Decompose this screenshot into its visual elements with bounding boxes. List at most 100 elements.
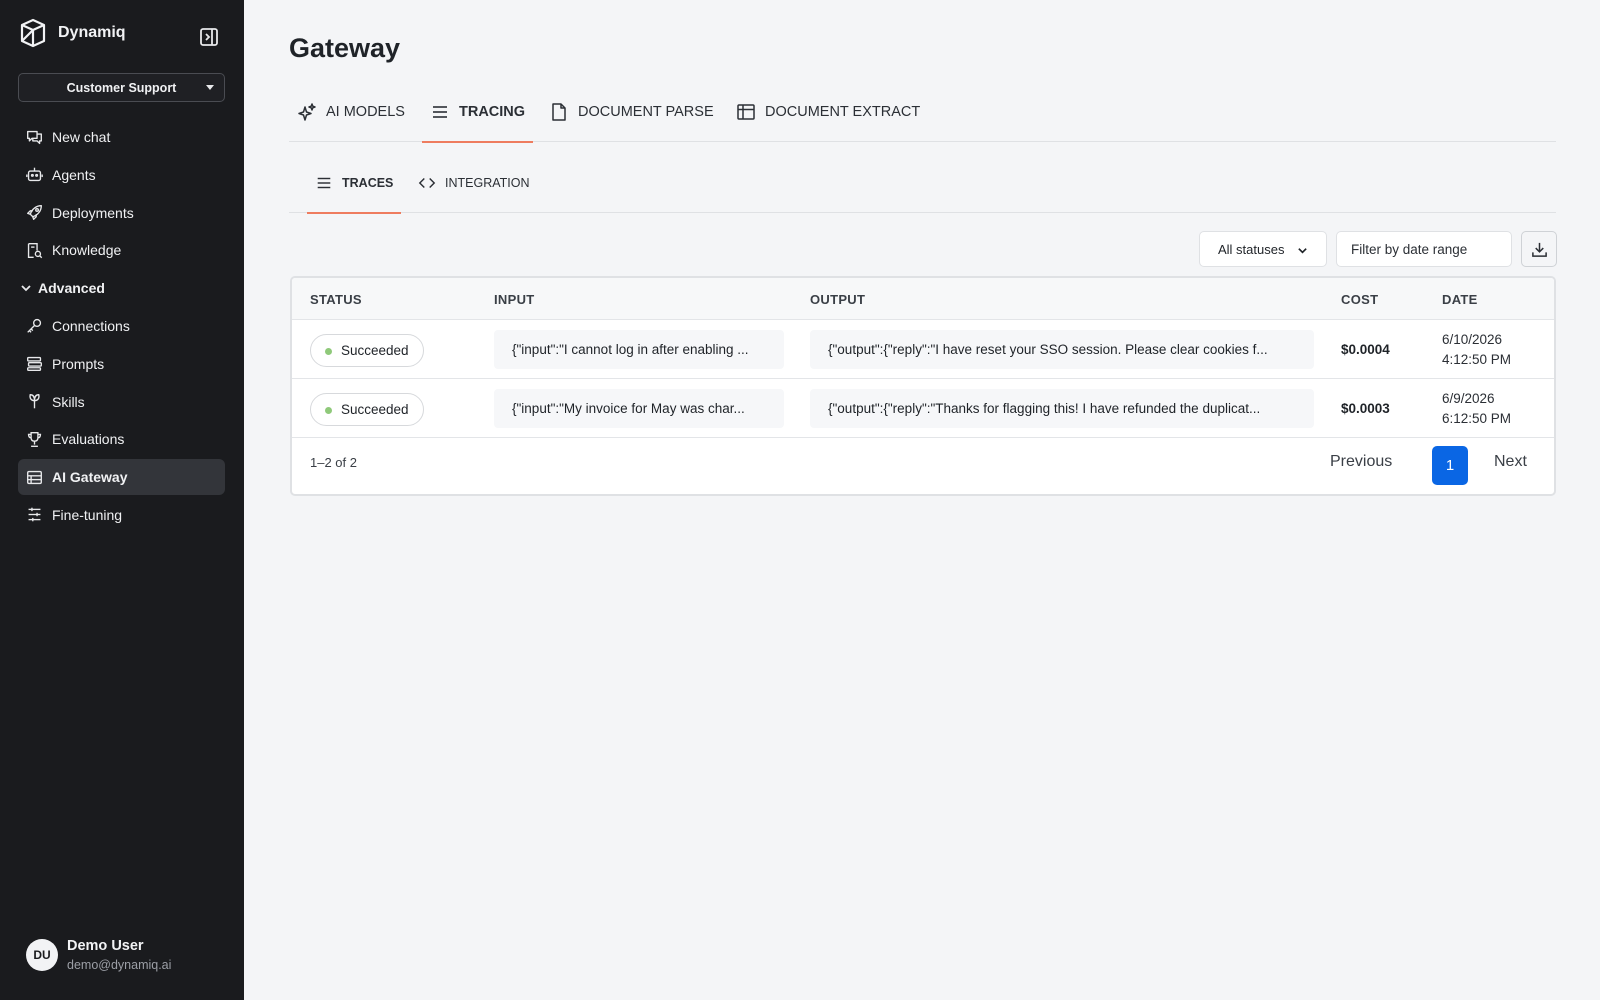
tab-document-parse[interactable]: DOCUMENT PARSE <box>549 96 714 142</box>
workspace-selector[interactable]: Customer Support <box>18 73 225 102</box>
column-header-status: STATUS <box>310 292 362 307</box>
page-title: Gateway <box>289 33 401 63</box>
sidebar-section-advanced[interactable]: Advanced <box>18 270 225 306</box>
table-row[interactable]: Succeeded {"input":"My invoice for May w… <box>292 379 1554 438</box>
page-number-button[interactable]: 1 <box>1432 446 1468 485</box>
table-header: STATUS INPUT OUTPUT COST DATE <box>292 278 1554 320</box>
user-info: Demo User demo@dynamiq.ai <box>67 938 171 972</box>
document-icon <box>552 103 566 121</box>
code-icon <box>418 177 436 189</box>
sidebar-item-new-chat[interactable]: New chat <box>18 119 225 155</box>
subtab-label: TRACES <box>342 176 394 190</box>
sidebar-item-evaluations[interactable]: Evaluations <box>18 421 225 457</box>
input-cell[interactable]: {"input":"I cannot log in after enabling… <box>494 330 784 369</box>
chevron-down-icon <box>1298 248 1307 254</box>
sidebar-item-connections[interactable]: Connections <box>18 308 225 344</box>
subtab-integration[interactable]: INTEGRATION <box>418 168 530 213</box>
status-label: Succeeded <box>341 343 409 358</box>
agent-icon <box>26 167 43 182</box>
date-value: 6/9/2026 6:12:50 PM <box>1442 389 1511 429</box>
sliders-icon <box>28 508 41 522</box>
workspace-label: Customer Support <box>66 80 177 95</box>
sidebar-item-label: Connections <box>52 317 130 334</box>
sidebar-item-prompts[interactable]: Prompts <box>18 346 225 382</box>
date-time: 6:12:50 PM <box>1442 411 1512 426</box>
sidebar-item-label: New chat <box>52 129 111 145</box>
brand-name: Dynamiq <box>58 24 126 41</box>
sidebar: Dynamiq Customer Support New chat Agents… <box>0 0 244 1000</box>
cost-value: $0.0004 <box>1341 342 1390 357</box>
user-name: Demo User <box>67 938 144 954</box>
pagination-summary: 1–2 of 2 <box>310 455 357 470</box>
date-day: 6/9/2026 <box>1442 391 1495 406</box>
list-icon <box>317 177 331 189</box>
status-dot-icon <box>325 407 332 414</box>
key-icon <box>27 319 42 334</box>
status-badge: Succeeded <box>310 334 424 367</box>
download-button[interactable] <box>1521 231 1557 267</box>
cost-value: $0.0003 <box>1341 401 1390 416</box>
gateway-icon <box>27 470 42 484</box>
prompts-icon <box>27 357 42 372</box>
tracing-subtabs: TRACES INTEGRATION <box>289 168 1556 214</box>
status-dot-icon <box>325 348 332 355</box>
download-icon <box>1531 242 1547 257</box>
sidebar-item-label: Deployments <box>52 204 134 221</box>
chat-icon <box>27 130 42 144</box>
traces-table: STATUS INPUT OUTPUT COST DATE Succeeded … <box>290 276 1556 496</box>
subtab-label: INTEGRATION <box>445 176 530 190</box>
output-cell[interactable]: {"output":{"reply":"Thanks for flagging … <box>810 389 1314 428</box>
knowledge-icon <box>27 242 43 259</box>
sidebar-item-label: AI Gateway <box>52 469 128 486</box>
subtab-traces[interactable]: TRACES <box>307 168 402 214</box>
user-profile[interactable]: DU Demo User demo@dynamiq.ai <box>26 938 171 972</box>
sidebar-item-agents[interactable]: Agents <box>18 157 225 193</box>
brand[interactable]: Dynamiq <box>18 18 126 48</box>
sidebar-nav: New chat Agents Deployments Knowledge Ad… <box>18 119 225 535</box>
sidebar-item-label: Agents <box>52 166 96 183</box>
column-header-date: DATE <box>1442 292 1478 307</box>
dynamiq-logo-icon <box>20 18 46 48</box>
status-filter-label: All statuses <box>1218 241 1285 257</box>
date-range-filter[interactable] <box>1336 231 1512 267</box>
next-page-button[interactable]: Next <box>1494 453 1527 471</box>
list-icon <box>433 106 447 118</box>
input-cell[interactable]: {"input":"My invoice for May was char... <box>494 389 784 428</box>
sidebar-item-deployments[interactable]: Deployments <box>18 195 225 231</box>
date-time: 4:12:50 PM <box>1442 352 1512 367</box>
tab-label: DOCUMENT EXTRACT <box>765 104 921 120</box>
trophy-icon <box>27 431 42 447</box>
rocket-icon <box>27 205 42 221</box>
sparkle-icon <box>298 103 316 121</box>
column-header-cost: COST <box>1341 292 1379 307</box>
sidebar-item-label: Prompts <box>52 355 105 372</box>
sidebar-item-ai-gateway[interactable]: AI Gateway <box>18 459 225 496</box>
chevron-down-icon <box>21 285 31 292</box>
sidebar-item-label: Evaluations <box>52 431 125 448</box>
previous-page-button[interactable]: Previous <box>1330 453 1392 471</box>
table-row[interactable]: Succeeded {"input":"I cannot log in afte… <box>292 320 1554 379</box>
tab-label: DOCUMENT PARSE <box>578 104 714 120</box>
tab-ai-models[interactable]: AI MODELS <box>297 96 405 142</box>
tab-tracing[interactable]: TRACING <box>422 96 534 143</box>
status-badge: Succeeded <box>310 393 424 426</box>
skills-icon <box>29 394 40 409</box>
tab-document-extract[interactable]: DOCUMENT EXTRACT <box>736 96 920 142</box>
status-label: Succeeded <box>341 402 409 417</box>
main-tabs: AI MODELS TRACING DOCUMENT PARSE DOCUMEN… <box>289 96 1556 143</box>
date-day: 6/10/2026 <box>1442 332 1503 347</box>
column-header-output: OUTPUT <box>810 292 866 307</box>
table-icon <box>737 104 755 120</box>
sidebar-item-knowledge[interactable]: Knowledge <box>18 232 225 268</box>
avatar: DU <box>26 939 58 971</box>
output-cell[interactable]: {"output":{"reply":"I have reset your SS… <box>810 330 1314 369</box>
tab-label: AI MODELS <box>326 104 405 120</box>
sidebar-item-skills[interactable]: Skills <box>18 384 225 420</box>
user-email: demo@dynamiq.ai <box>67 958 172 972</box>
sidebar-item-label: Skills <box>52 393 85 410</box>
date-value: 6/10/2026 4:12:50 PM <box>1442 330 1511 370</box>
tab-label: TRACING <box>459 104 526 120</box>
sidebar-item-fine-tuning[interactable]: Fine-tuning <box>18 497 225 533</box>
collapse-sidebar-icon[interactable] <box>198 26 220 48</box>
status-filter-dropdown[interactable]: All statuses <box>1199 231 1327 267</box>
